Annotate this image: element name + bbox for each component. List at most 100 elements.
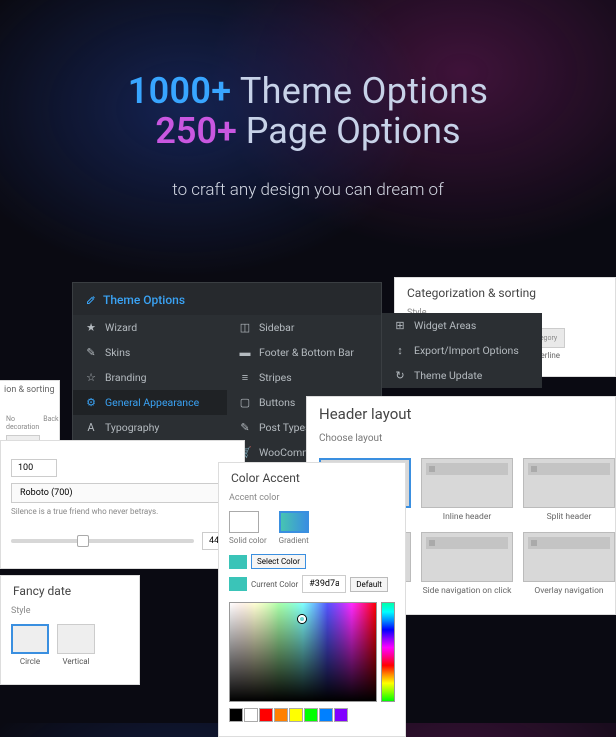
accent-color-label: Accent color — [219, 493, 405, 505]
headline-1: 1000+ Theme Options — [0, 70, 616, 112]
widget-icon: ⊞ — [394, 320, 406, 332]
layout-caption: Overlay navigation — [523, 586, 615, 596]
color-picker-cursor[interactable] — [298, 615, 306, 623]
frag-label-1: Back — [43, 415, 58, 431]
update-icon: ↻ — [394, 370, 406, 382]
font-preview-text: Silence is a true friend who never betra… — [11, 507, 234, 516]
export-icon: ↕ — [394, 345, 406, 357]
menu-item-general-appearance[interactable]: ⚙ General Appearance — [73, 390, 227, 415]
select-color-swatch — [229, 555, 247, 569]
palette-swatch[interactable] — [319, 708, 333, 722]
palette-swatch[interactable] — [304, 708, 318, 722]
font-select[interactable]: Roboto (700) — [11, 483, 234, 503]
menu-item-label: Widget Areas — [414, 319, 476, 332]
menu-item-label: Skins — [105, 346, 130, 359]
slider[interactable] — [11, 539, 194, 543]
frag-label-0: No decoration — [6, 415, 39, 431]
hue-slider[interactable] — [381, 602, 395, 702]
fancy-option-circle[interactable]: Circle — [11, 624, 49, 666]
headline-2: 250+ Page Options — [0, 110, 616, 152]
categorization-title: Categorization & sorting — [395, 278, 615, 308]
palette-swatch[interactable] — [244, 708, 258, 722]
menu-item-label: Typography — [105, 421, 159, 434]
menu-item-label: Theme Update — [414, 369, 482, 382]
menu-item-branding[interactable]: ☆ Branding — [73, 365, 227, 390]
post-icon: ✎ — [239, 422, 251, 434]
color-accent-title: Color Accent — [219, 463, 405, 493]
header-layout-title: Header layout — [307, 397, 615, 431]
color-picker[interactable] — [229, 602, 395, 702]
menu-item-label: Wizard — [105, 321, 137, 334]
menu-item-label: Footer & Bottom Bar — [259, 346, 354, 359]
headline-2-text: Page Options — [237, 110, 461, 152]
color-picker-field[interactable] — [229, 602, 377, 702]
fancy-date-title: Fancy date — [1, 576, 139, 606]
swatch-caption: Gradient — [279, 536, 309, 545]
palette-swatch[interactable] — [289, 708, 303, 722]
count-1: 1000+ — [128, 70, 232, 112]
fancy-option-vertical[interactable]: Vertical — [57, 624, 95, 666]
swatch-caption: Solid color — [229, 536, 267, 545]
palette-swatch[interactable] — [259, 708, 273, 722]
fancy-option-thumb — [57, 624, 95, 654]
layout-option-side-navigation-on-click[interactable]: Side navigation on click — [421, 532, 513, 596]
palette-swatch[interactable] — [229, 708, 243, 722]
layout-option-overlay-navigation[interactable]: Overlay navigation — [523, 532, 615, 596]
menu-item-skins[interactable]: ✎ Skins — [73, 340, 227, 365]
theme-options-title: Theme Options — [103, 293, 185, 307]
menu-item-typography[interactable]: A Typography — [73, 415, 227, 440]
fancy-date-style-label: Style — [1, 606, 139, 620]
menu-item-sidebar[interactable]: ◫Sidebar — [227, 315, 381, 340]
menu-item-label: General Appearance — [105, 396, 199, 409]
current-color-label: Current Color — [251, 580, 298, 589]
palette-swatch[interactable] — [274, 708, 288, 722]
layout-thumb — [523, 532, 615, 582]
menu-item-label: Stripes — [259, 371, 292, 384]
sorting-fragment-title: ion & sorting — [4, 385, 55, 395]
menu-item-wizard[interactable]: ★ Wizard — [73, 315, 227, 340]
count-2: 250+ — [155, 110, 237, 152]
accent-swatch-solid-color[interactable]: Solid color — [229, 511, 267, 545]
color-accent-panel: Color Accent Accent color Solid color Gra… — [218, 462, 406, 737]
layout-caption: Side navigation on click — [421, 586, 513, 596]
menu-item-footer-bottom-bar[interactable]: ▬ Footer & Bottom Bar — [227, 340, 381, 365]
subtitle: to craft any design you can dream of — [0, 180, 616, 200]
slider-knob[interactable] — [77, 535, 89, 547]
footer-icon: ▬ — [239, 347, 251, 359]
accent-swatch-gradient[interactable]: Gradient — [279, 511, 309, 545]
stripes-icon: ≡ — [239, 372, 251, 384]
menu-item-label: Branding — [105, 371, 147, 384]
menu-item-stripes[interactable]: ≡ Stripes — [227, 365, 381, 390]
theme-options-header: Theme Options — [73, 283, 381, 315]
numeric-input[interactable] — [11, 459, 57, 477]
layout-option-split-header[interactable]: Split header — [523, 458, 615, 522]
headline-1-text: Theme Options — [231, 70, 488, 112]
menu-item-widget-areas[interactable]: ⊞ Widget Areas — [382, 313, 542, 338]
menu-item-label: Sidebar — [259, 321, 294, 334]
layout-caption: Split header — [523, 512, 615, 522]
swatch-square — [279, 511, 309, 533]
button-icon: ▢ — [239, 397, 251, 409]
brush-icon: ✎ — [85, 347, 97, 359]
palette — [219, 708, 405, 726]
menu-item-theme-update[interactable]: ↻ Theme Update — [382, 363, 542, 388]
choose-layout-label: Choose layout — [307, 431, 615, 452]
wizard-icon: ★ — [85, 322, 97, 334]
star-icon: ☆ — [85, 372, 97, 384]
tools-icon — [85, 294, 97, 306]
hex-input[interactable] — [302, 575, 346, 593]
fancy-option-caption: Vertical — [57, 657, 95, 666]
type-icon: A — [85, 422, 97, 434]
fancy-option-caption: Circle — [11, 657, 49, 666]
menu-item-label: Buttons — [259, 396, 295, 409]
layout-option-inline-header[interactable]: Inline header — [421, 458, 513, 522]
current-color-swatch — [229, 577, 247, 591]
fancy-option-thumb — [11, 624, 49, 654]
default-button[interactable]: Default — [350, 577, 388, 592]
swatch-square — [229, 511, 259, 533]
gear-icon: ⚙ — [85, 397, 97, 409]
menu-item-label: Export/Import Options — [414, 344, 519, 357]
select-color-button[interactable]: Select Color — [251, 554, 306, 569]
palette-swatch[interactable] — [334, 708, 348, 722]
menu-item-export-import-options[interactable]: ↕ Export/Import Options — [382, 338, 542, 363]
